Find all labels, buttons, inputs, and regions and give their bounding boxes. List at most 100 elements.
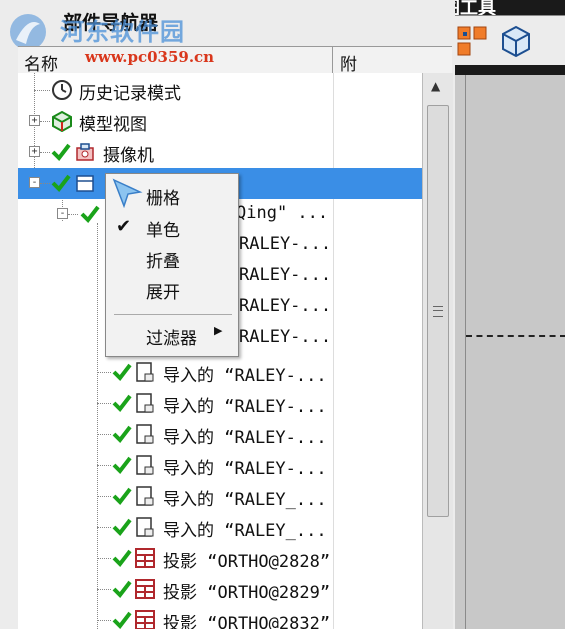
projection-icon — [135, 610, 155, 629]
visibility-check-icon[interactable] — [112, 362, 132, 382]
column-name-header[interactable]: 名称 — [24, 50, 58, 75]
visibility-check-icon[interactable] — [112, 393, 132, 413]
tree-row-imported-view[interactable]: 导入的 “RALEY-... — [18, 419, 422, 450]
tree-connector — [34, 90, 50, 91]
column-dependency-header[interactable]: 附 — [340, 50, 357, 75]
projection-icon — [135, 579, 155, 599]
tree-row-model-views[interactable]: + 模型视图 — [18, 106, 422, 137]
expand-toggle[interactable]: + — [29, 115, 40, 126]
tree-row-label: 模型视图 — [79, 115, 147, 135]
column-header: 名称 附 — [18, 46, 452, 75]
tree-row-imported-view[interactable]: 导入的 “RALEY_... — [18, 481, 422, 512]
tree-row-label: 摄像机 — [103, 146, 154, 166]
tree-connector — [97, 465, 111, 466]
tree-row-imported-view[interactable]: 导入的 “RALEY-... — [18, 357, 422, 388]
tree-connector — [97, 527, 111, 528]
tree-connector — [97, 589, 111, 590]
clock-icon — [52, 80, 72, 100]
tree-scrollbar[interactable]: ▲ — [422, 73, 453, 629]
tree-row-label: RALEY-... — [239, 234, 332, 254]
visibility-check-icon[interactable] — [112, 486, 132, 506]
imported-view-icon — [136, 455, 154, 475]
tree-connector — [97, 403, 111, 404]
tree-connector — [97, 496, 111, 497]
tree-row-projection[interactable]: 投影 “ORTHO@2828” — [18, 543, 422, 574]
tree-connector — [97, 372, 111, 373]
panel-title-bar: 部件导航器 河东软件园 — [0, 0, 356, 50]
scroll-up-arrow-icon[interactable]: ▲ — [431, 79, 440, 93]
tree-row-label: 投影 “ORTHO@2828” — [163, 552, 331, 572]
submenu-arrow-icon: ▶ — [214, 324, 223, 337]
tree-row-label: 历史记录模式 — [79, 84, 181, 104]
tree-row-projection[interactable]: 投影 “ORTHO@2832” — [18, 605, 422, 629]
scrollbar-thumb[interactable] — [427, 105, 449, 517]
tree-row-label: Qing" ... — [236, 203, 329, 223]
tree-connector — [68, 214, 78, 215]
tree-row-imported-view[interactable]: 导入的 “RALEY_... — [18, 512, 422, 543]
tree-row-label: 投影 “ORTHO@2829” — [163, 583, 331, 603]
tree-row-projection[interactable]: 投影 “ORTHO@2829” — [18, 574, 422, 605]
mouse-cursor-icon — [112, 178, 143, 208]
model-views-icon — [52, 110, 72, 132]
visibility-check-icon[interactable] — [51, 142, 71, 162]
visibility-check-icon[interactable] — [112, 610, 132, 629]
menu-item-filter[interactable]: 过滤器 — [146, 324, 197, 349]
visibility-check-icon[interactable] — [112, 548, 132, 568]
column-divider[interactable] — [332, 47, 333, 73]
tree-row-label: 导入的 “RALEY_... — [163, 521, 327, 541]
visibility-check-icon[interactable] — [112, 579, 132, 599]
menu-item-collapse[interactable]: 折叠 — [146, 247, 180, 272]
tree-row-label: 导入的 “RALEY_... — [163, 490, 327, 510]
projected-view-button[interactable] — [454, 23, 490, 59]
tree-row-history-mode[interactable]: 历史记录模式 — [18, 75, 422, 106]
tree-row-label: 导入的 “RALEY-... — [163, 459, 327, 479]
tree-row-label: RALEY-... — [239, 265, 332, 285]
tree-connector — [97, 434, 111, 435]
tree-row-label: RALEY-... — [239, 296, 332, 316]
collapse-toggle[interactable]: - — [29, 177, 40, 188]
visibility-check-icon[interactable] — [80, 204, 100, 224]
tree-row-label: 导入的 “RALEY-... — [163, 397, 327, 417]
visibility-check-icon[interactable] — [112, 455, 132, 475]
collapse-toggle[interactable]: - — [57, 208, 68, 219]
menu-item-monochrome[interactable]: 单色 — [146, 216, 180, 241]
tree-connector — [40, 121, 50, 122]
cube-view-icon — [502, 25, 530, 57]
visibility-check-icon[interactable] — [112, 517, 132, 537]
tree-connector — [97, 558, 111, 559]
expand-toggle[interactable]: + — [29, 146, 40, 157]
tree-connector — [40, 183, 50, 184]
tree-row-cameras[interactable]: + 摄像机 — [18, 137, 422, 168]
watermark-text: 河东软件园 — [60, 18, 185, 46]
tree-connector — [97, 620, 111, 621]
tree-row-label: RALEY-... — [239, 327, 332, 347]
tree-connector — [40, 152, 50, 153]
scrollbar-grip-icon — [433, 306, 443, 317]
projection-icon — [135, 548, 155, 568]
tree-row-label: 导入的 “RALEY-... — [163, 366, 327, 386]
isometric-view-button[interactable] — [498, 23, 534, 59]
tree-row-imported-view[interactable]: 导入的 “RALEY-... — [18, 388, 422, 419]
visibility-check-icon[interactable] — [51, 173, 71, 193]
camera-icon — [76, 143, 94, 161]
imported-view-icon — [136, 517, 154, 537]
imported-view-icon — [136, 362, 154, 382]
drawing-icon — [76, 175, 94, 192]
visibility-check-icon[interactable] — [112, 424, 132, 444]
sheet-border-line — [466, 335, 565, 337]
context-menu: 栅格 ✔ 单色 折叠 展开 过滤器 ▶ — [105, 173, 239, 357]
graphics-window[interactable] — [465, 75, 565, 629]
tree-row-label: 导入的 “RALEY-... — [163, 428, 327, 448]
menu-item-expand[interactable]: 展开 — [146, 278, 180, 303]
imported-view-icon — [136, 393, 154, 413]
checkmark-icon: ✔ — [116, 216, 132, 237]
menu-item-grid[interactable]: 栅格 — [146, 184, 180, 209]
watermark-url: www.pc0359.cn — [85, 48, 215, 66]
menu-separator — [114, 314, 232, 315]
tree-row-imported-view[interactable]: 导入的 “RALEY-... — [18, 450, 422, 481]
part-navigator-panel: 部件导航器 河东软件园 名称 附 www.pc0359.cn 历史记录模式 + — [0, 0, 455, 629]
projected-view-icon — [457, 26, 487, 55]
imported-view-icon — [136, 424, 154, 444]
tree-row-label: 投影 “ORTHO@2832” — [163, 614, 331, 629]
imported-view-icon — [136, 486, 154, 506]
